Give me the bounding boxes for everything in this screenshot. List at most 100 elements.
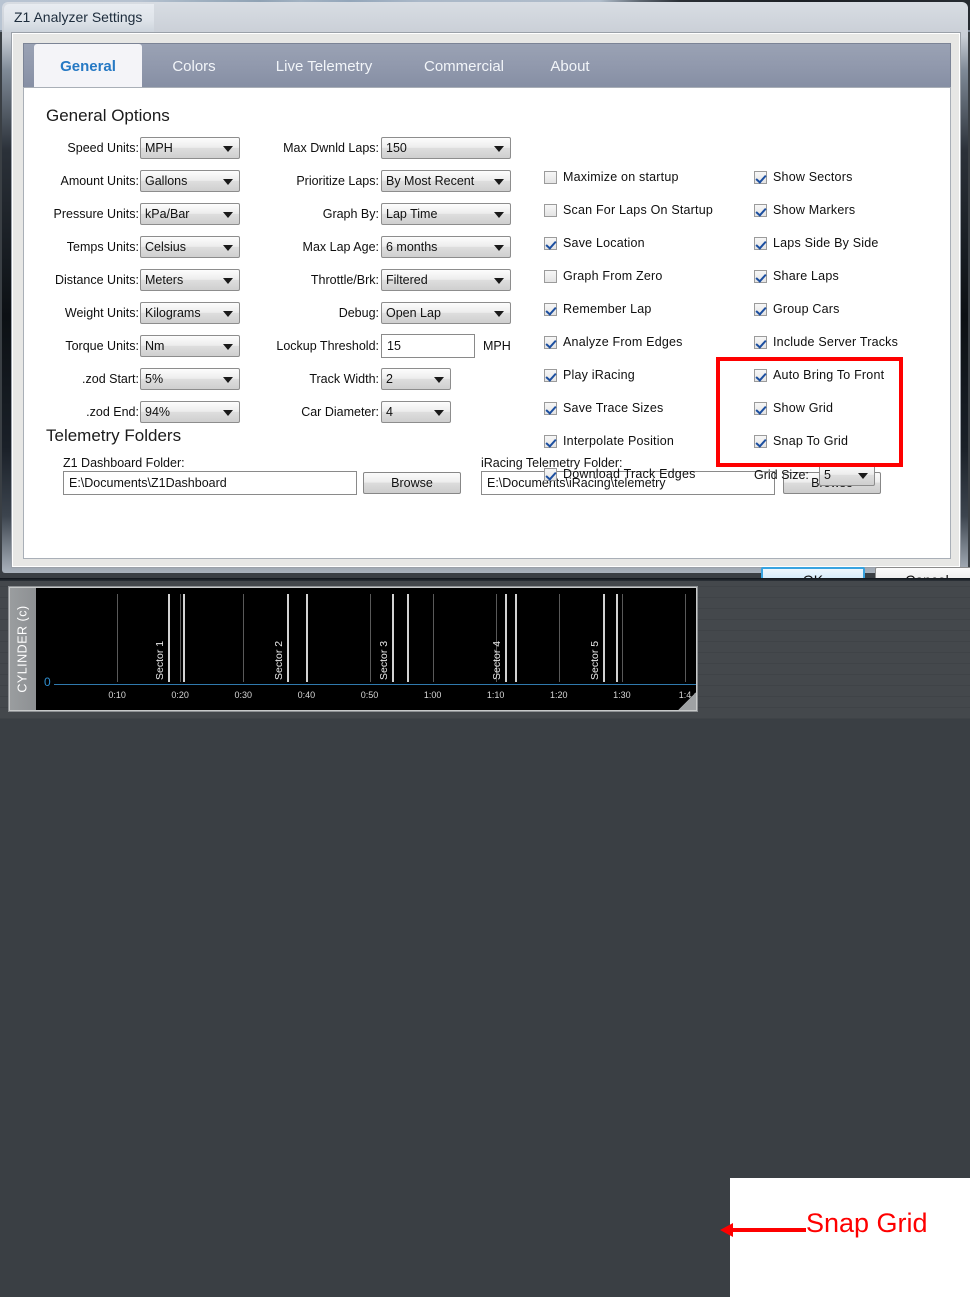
- time-axis-tick: 0:30: [234, 690, 253, 700]
- checkbox-share-laps[interactable]: Share Laps: [754, 269, 839, 283]
- chevron-down-icon: [494, 212, 504, 218]
- telemetry-graph-panel[interactable]: CYLINDER (c) 0 Sector 1 Sector 2 Sector 3 S…: [8, 586, 698, 712]
- time-axis-tick: 1:4: [678, 690, 692, 700]
- checkmark-icon[interactable]: [544, 335, 557, 349]
- combo-track-width[interactable]: 2: [381, 368, 451, 390]
- combo-value: 5%: [145, 372, 164, 386]
- checkbox-graph-from-zero[interactable]: Graph From Zero: [544, 269, 663, 283]
- checkbox-interpolate-position[interactable]: Interpolate Position: [544, 434, 674, 448]
- checkbox-scan-for-laps-on-startup[interactable]: Scan For Laps On Startup: [544, 203, 713, 217]
- grid-line: [180, 594, 182, 682]
- label-speed-units: Speed Units:: [67, 141, 139, 155]
- checkbox-empty-icon[interactable]: [544, 203, 557, 217]
- checkbox-analyze-from-edges[interactable]: Analyze From Edges: [544, 335, 683, 349]
- combo-throttle-brk[interactable]: Filtered: [381, 269, 511, 291]
- checkbox-label: Interpolate Position: [563, 434, 675, 448]
- checkbox-remember-lap[interactable]: Remember Lap: [544, 302, 652, 316]
- checkbox-show-grid[interactable]: Show Grid: [754, 401, 833, 415]
- combo-value: Gallons: [145, 174, 188, 188]
- sector-boundary-line: [615, 594, 618, 682]
- checkmark-icon[interactable]: [754, 236, 767, 250]
- combo-max-lap-age[interactable]: 6 months: [381, 236, 511, 258]
- checkbox-download-track-edges[interactable]: Download Track Edges: [544, 467, 696, 481]
- checkbox-label: Show Sectors: [773, 170, 853, 184]
- combo-value: 150: [386, 141, 407, 155]
- checkbox-save-location[interactable]: Save Location: [544, 236, 645, 250]
- label-zod-end: .zod End:: [86, 405, 139, 419]
- checkmark-icon[interactable]: [544, 434, 557, 448]
- chevron-down-icon: [434, 410, 444, 416]
- tab-live-telemetry[interactable]: Live Telemetry: [254, 44, 394, 89]
- checkbox-label: Snap To Grid: [773, 434, 849, 448]
- checkbox-empty-icon[interactable]: [544, 170, 557, 184]
- checkbox-group-cars[interactable]: Group Cars: [754, 302, 840, 316]
- checkmark-icon[interactable]: [754, 335, 767, 349]
- combo-car-diameter[interactable]: 4: [381, 401, 451, 423]
- tab-commercial[interactable]: Commercial: [406, 44, 522, 89]
- checkbox-save-trace-sizes[interactable]: Save Trace Sizes: [544, 401, 663, 415]
- sector-boundary-line: [505, 594, 508, 682]
- checkbox-include-server-tracks[interactable]: Include Server Tracks: [754, 335, 898, 349]
- checkmark-icon[interactable]: [754, 368, 767, 382]
- sector-label: Sector 2: [273, 640, 286, 680]
- combo-graph-by[interactable]: Lap Time: [381, 203, 511, 225]
- tab-about[interactable]: About: [534, 44, 606, 89]
- input-lockup-threshold[interactable]: 15: [381, 334, 475, 358]
- combo-debug[interactable]: Open Lap: [381, 302, 511, 324]
- label-zod-start: .zod Start:: [82, 372, 139, 386]
- checkbox-maximize-on-startup[interactable]: Maximize on startup: [544, 170, 679, 184]
- tab-general[interactable]: General: [34, 44, 142, 89]
- window-client-area: General Colors Live Telemetry Commercial Abo…: [11, 32, 970, 592]
- checkmark-icon[interactable]: [544, 368, 557, 382]
- combo-prioritize-laps[interactable]: By Most Recent: [381, 170, 511, 192]
- telemetry-plot-area[interactable]: 0 Sector 1 Sector 2 Sector 3 Sector 4 Sector…: [36, 588, 696, 710]
- checkmark-icon[interactable]: [754, 269, 767, 283]
- checkbox-label: Remember Lap: [563, 302, 652, 316]
- checkmark-icon[interactable]: [544, 236, 557, 250]
- sector-boundary-line: [391, 594, 394, 682]
- checkbox-label: Analyze From Edges: [563, 335, 683, 349]
- checkbox-laps-side-by-side[interactable]: Laps Side By Side: [754, 236, 879, 250]
- checkmark-icon[interactable]: [754, 434, 767, 448]
- grid-line: [117, 594, 119, 682]
- tab-colors[interactable]: Colors: [152, 44, 236, 89]
- checkbox-show-markers[interactable]: Show Markers: [754, 203, 855, 217]
- annotation-arrow-icon: [720, 1223, 806, 1237]
- checkbox-label: Include Server Tracks: [773, 335, 899, 349]
- checkmark-icon[interactable]: [754, 170, 767, 184]
- grid-line: [685, 594, 686, 682]
- checkbox-show-sectors[interactable]: Show Sectors: [754, 170, 853, 184]
- combo-value: 4: [386, 405, 393, 419]
- label-prioritize-laps: Prioritize Laps:: [296, 174, 379, 188]
- telemetry-y-axis-label: CYLINDER (c): [10, 588, 36, 710]
- combo-grid-size[interactable]: 5: [819, 464, 875, 486]
- checkbox-auto-bring-to-front[interactable]: Auto Bring To Front: [754, 368, 884, 382]
- checkmark-icon[interactable]: [754, 401, 767, 415]
- checkmark-icon[interactable]: [544, 401, 557, 415]
- label-pressure-units: Pressure Units:: [53, 207, 139, 221]
- checkmark-icon[interactable]: [754, 302, 767, 316]
- checkbox-label: Show Grid: [773, 401, 834, 415]
- chevron-down-icon: [494, 278, 504, 284]
- checkmark-icon[interactable]: [754, 203, 767, 217]
- time-axis-tick: 0:20: [171, 690, 189, 700]
- time-axis-tick: 0:50: [360, 690, 379, 700]
- checkbox-label: Download Track Edges: [563, 467, 696, 481]
- settings-window: Z1 Analyzer Settings General Colors Live T…: [2, 2, 970, 592]
- checkmark-icon[interactable]: [544, 467, 557, 481]
- grid-line: [558, 594, 560, 682]
- checkmark-icon[interactable]: [544, 302, 557, 316]
- window-titlebar[interactable]: Z1 Analyzer Settings: [4, 4, 154, 32]
- chevron-down-icon: [494, 146, 504, 152]
- label-track-width: Track Width:: [309, 372, 379, 386]
- z1-dashboard-browse-button[interactable]: Browse: [363, 472, 461, 494]
- checkbox-empty-icon[interactable]: [544, 269, 557, 283]
- sector-label: Sector 4: [491, 640, 504, 680]
- label-temps-units: Temps Units:: [66, 240, 139, 254]
- z1-dashboard-folder-input[interactable]: E:\Documents\Z1Dashboard: [63, 471, 357, 495]
- checkbox-snap-to-grid[interactable]: Snap To Grid: [754, 434, 848, 448]
- checkbox-play-iracing[interactable]: Play iRacing: [544, 368, 635, 382]
- combo-max-dwnld-laps[interactable]: 150: [381, 137, 511, 159]
- telemetry-folders-heading: Telemetry Folders: [46, 426, 182, 445]
- chevron-down-icon: [858, 473, 868, 479]
